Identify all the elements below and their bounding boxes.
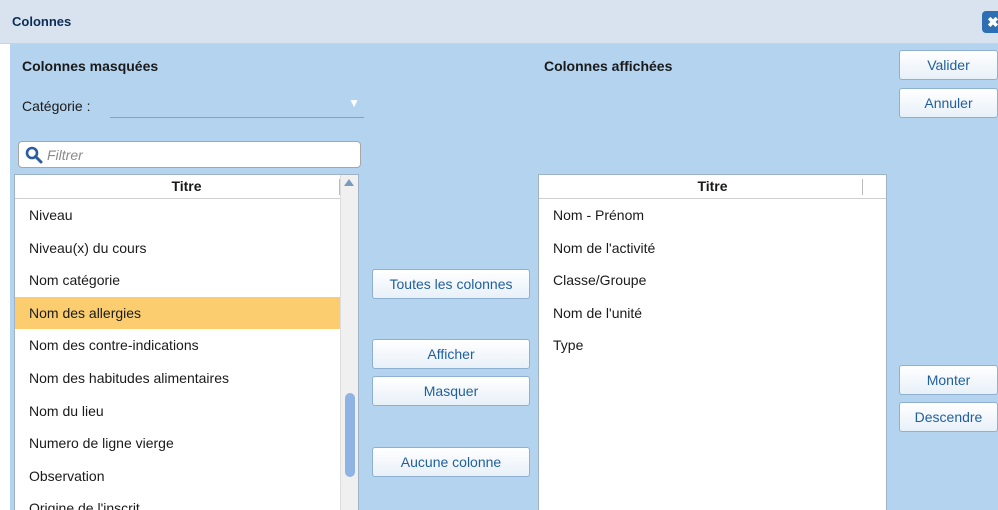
list-item[interactable]: Numero de ligne vierge: [15, 427, 358, 460]
scrollbar-thumb[interactable]: [345, 393, 355, 477]
scroll-up-icon[interactable]: [344, 179, 354, 186]
chevron-down-icon: ▼: [348, 96, 360, 110]
hide-button[interactable]: Masquer: [372, 376, 530, 406]
all-columns-button[interactable]: Toutes les colonnes: [372, 269, 530, 299]
hidden-columns-heading: Colonnes masquées: [22, 58, 159, 74]
list-item[interactable]: Nom des habitudes alimentaires: [15, 362, 358, 395]
hidden-columns-header[interactable]: Titre: [15, 175, 358, 199]
filter-field[interactable]: [18, 141, 361, 168]
dialog-title: Colonnes: [12, 14, 72, 29]
hidden-columns-list: Titre Niveau Niveau(x) du cours Nom caté…: [14, 174, 359, 510]
list-item[interactable]: Nom du lieu: [15, 395, 358, 428]
no-columns-button[interactable]: Aucune colonne: [372, 447, 530, 477]
shown-columns-header[interactable]: Titre: [539, 175, 886, 199]
list-item[interactable]: Nom de l'activité: [539, 232, 886, 265]
show-button[interactable]: Afficher: [372, 339, 530, 369]
list-item[interactable]: Nom des contre-indications: [15, 329, 358, 362]
list-item-selected[interactable]: Nom des allergies: [15, 296, 358, 330]
list-item[interactable]: Niveau: [15, 199, 358, 232]
column-resize-handle[interactable]: [862, 179, 863, 195]
close-icon[interactable]: ✖: [982, 11, 998, 33]
list-item[interactable]: Type: [539, 329, 886, 362]
validate-button[interactable]: Valider: [899, 50, 998, 80]
filter-input[interactable]: [47, 145, 347, 164]
list-item[interactable]: Nom de l'unité: [539, 297, 886, 330]
hidden-columns-header-label: Titre: [171, 178, 202, 194]
list-item[interactable]: Origine de l'inscrit: [15, 492, 358, 510]
list-item[interactable]: Nom catégorie: [15, 264, 358, 297]
shown-columns-header-label: Titre: [697, 178, 728, 194]
list-item[interactable]: Nom - Prénom: [539, 199, 886, 232]
list-item[interactable]: Observation: [15, 460, 358, 493]
shown-columns-list: Titre Nom - Prénom Nom de l'activité Cla…: [538, 174, 887, 510]
list-item[interactable]: Classe/Groupe: [539, 264, 886, 297]
category-select[interactable]: ▼: [110, 94, 364, 118]
hidden-list-scrollbar[interactable]: [340, 175, 358, 510]
move-up-button[interactable]: Monter: [899, 365, 998, 395]
dialog-titlebar: Colonnes ✖: [0, 0, 998, 44]
category-label: Catégorie :: [22, 98, 91, 114]
shown-columns-heading: Colonnes affichées: [544, 58, 673, 74]
move-down-button[interactable]: Descendre: [899, 402, 998, 432]
search-icon: [25, 146, 43, 164]
cancel-button[interactable]: Annuler: [899, 88, 998, 118]
list-item[interactable]: Niveau(x) du cours: [15, 232, 358, 265]
